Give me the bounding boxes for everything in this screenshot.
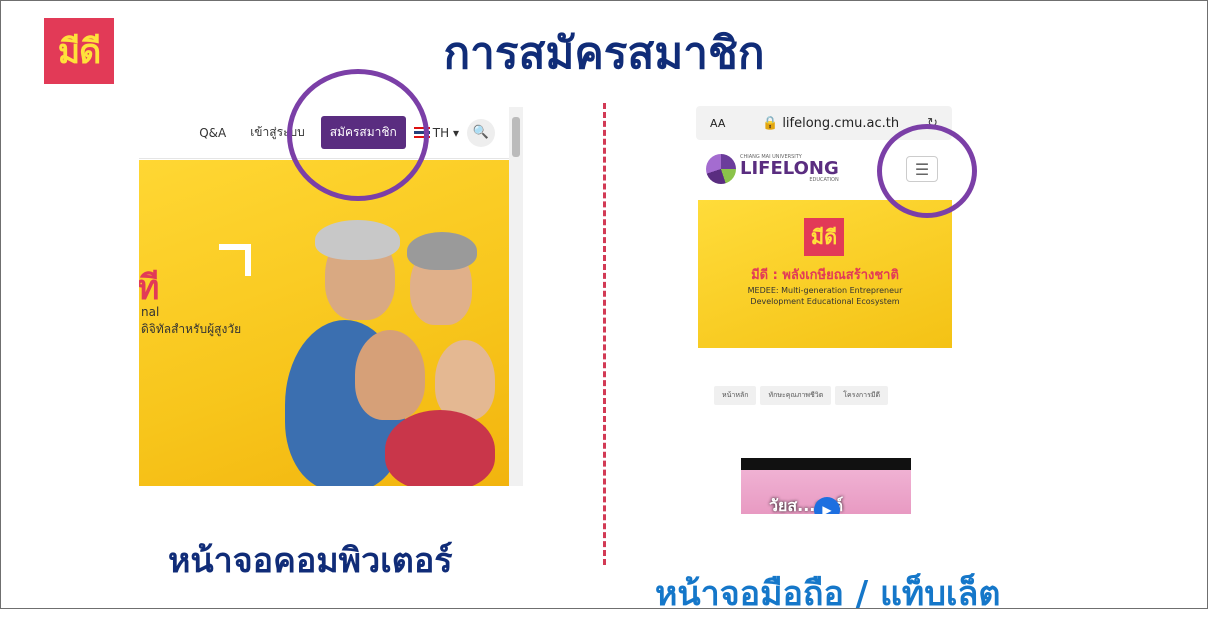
scrollbar-thumb[interactable] (512, 117, 520, 157)
lifelong-logo-mark-icon (706, 154, 736, 184)
search-icon[interactable]: 🔍 (467, 118, 495, 147)
url-text[interactable]: 🔒 lifelong.cmu.ac.th (762, 116, 899, 131)
desktop-caption: หน้าจอคอมพิวเตอร์ (168, 541, 453, 581)
text-size-button[interactable]: AA (710, 117, 725, 130)
breadcrumb-medee-project[interactable]: โครงการมีดี (835, 386, 888, 405)
mobile-hero-sub-2: Development Educational Ecosystem (750, 297, 900, 306)
signup-highlight-circle (287, 69, 429, 201)
video-thumbnail[interactable]: วัยส...รรค์ ▶ (741, 458, 911, 514)
nav-qa-link[interactable]: Q&A (191, 126, 234, 140)
scrollbar[interactable] (509, 107, 523, 486)
dashed-divider (603, 103, 606, 565)
brand-education: EDUCATION (809, 177, 839, 183)
video-top-bar (741, 458, 911, 470)
mobile-hero-headline: มีดี : พลังเกษียณสร้างชาติ (751, 268, 899, 283)
seniors-photo (285, 220, 505, 486)
hero-line-2: ดิจิทัลสำหรับผู้สูงวัย (141, 322, 242, 336)
slide-title: การสมัครสมาชิก (443, 28, 765, 79)
mobile-medee-logo: มีดี (804, 218, 844, 256)
breadcrumb: หน้าหลัก ทักษะคุณภาพชีวิต โครงการมีดี (714, 386, 888, 405)
mobile-caption: หน้าจอมือถือ / แท็บเล็ต (655, 574, 1001, 614)
breadcrumb-home[interactable]: หน้าหลัก (714, 386, 757, 405)
language-label: TH ▾ (432, 125, 459, 140)
brand-name: LIFELONG (740, 158, 839, 179)
menu-highlight-circle (877, 124, 977, 218)
decorative-bracket (219, 244, 251, 276)
desktop-hero-banner: ที nal ดิจิทัลสำหรับผู้สูงวัย (139, 160, 509, 486)
lifelong-logo[interactable]: CHIANG MAI UNIVERSITY LIFELONG EDUCATION (706, 154, 839, 184)
hero-line-1: nal (141, 305, 160, 319)
breadcrumb-life-skills[interactable]: ทักษะคุณภาพชีวิต (760, 386, 832, 405)
mobile-hero-banner: มีดี มีดี : พลังเกษียณสร้างชาติ MEDEE: M… (698, 200, 952, 348)
mobile-hero-sub-1: MEDEE: Multi-generation Entrepreneur (747, 286, 903, 295)
